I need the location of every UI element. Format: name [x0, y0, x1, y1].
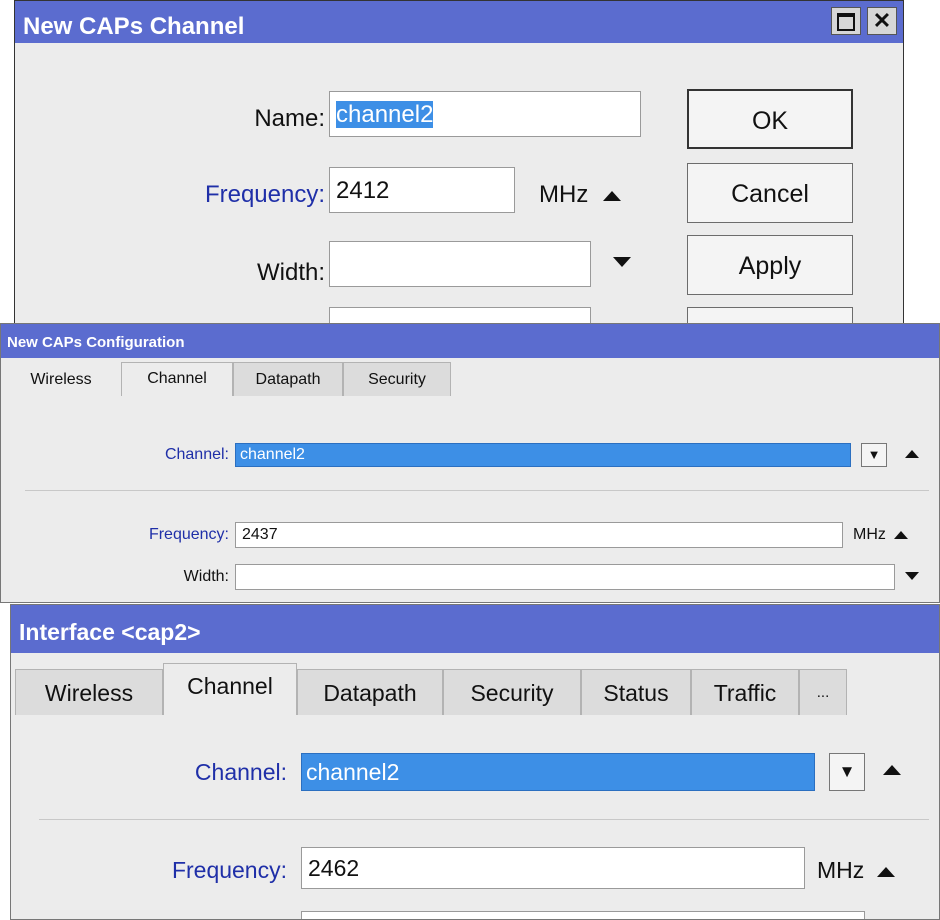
title-bar[interactable]: Interface <cap2>: [11, 605, 939, 653]
name-value: channel2: [336, 101, 434, 128]
frequency-label: Frequency:: [171, 857, 287, 883]
frequency-value: 2412: [336, 177, 390, 204]
dropdown-arrow-icon: ▼: [867, 447, 881, 462]
window-title: New CAPs Configuration: [7, 334, 185, 351]
frequency-unit: MHz: [539, 181, 621, 209]
channel-select[interactable]: channel2: [301, 753, 815, 791]
frequency-input[interactable]: 2462: [301, 847, 805, 889]
tab-channel[interactable]: Channel: [163, 663, 297, 715]
frequency-unit-label: MHz: [853, 526, 886, 543]
frequency-unit-label: MHz: [539, 181, 589, 208]
name-input[interactable]: channel2: [329, 91, 641, 137]
collapse-up-icon[interactable]: [905, 450, 919, 458]
close-icon: ✕: [872, 8, 892, 33]
tab-datapath[interactable]: Datapath: [297, 669, 443, 715]
title-bar[interactable]: New CAPs Channel ✕: [15, 1, 903, 43]
frequency-label: Frequency:: [148, 526, 229, 543]
collapse-up-icon[interactable]: [603, 190, 621, 201]
width-select-partial[interactable]: [301, 911, 865, 919]
ok-button[interactable]: OK: [687, 89, 853, 149]
divider: [39, 819, 929, 820]
tab-bar: Wireless Channel Datapath Security Statu…: [11, 663, 939, 715]
divider: [25, 490, 929, 491]
channel-dropdown-button[interactable]: ▼: [829, 753, 865, 791]
tab-security[interactable]: Security: [443, 669, 581, 715]
tab-bar: Wireless Channel Datapath Security: [1, 362, 939, 396]
apply-button[interactable]: Apply: [687, 235, 853, 295]
expand-down-icon[interactable]: [905, 572, 919, 580]
channel-label: Channel:: [194, 759, 287, 785]
frequency-unit: MHz: [853, 526, 909, 544]
maximize-button[interactable]: [831, 7, 861, 35]
expand-down-icon[interactable]: [613, 257, 631, 267]
tab-traffic[interactable]: Traffic: [691, 669, 799, 715]
tab-more[interactable]: ...: [799, 669, 847, 715]
new-caps-channel-window: New CAPs Channel ✕ Name: channel2 Freque…: [14, 0, 904, 330]
channel-select[interactable]: channel2: [235, 443, 851, 467]
tab-channel[interactable]: Channel: [121, 362, 233, 396]
title-bar[interactable]: New CAPs Configuration: [1, 324, 939, 358]
frequency-input[interactable]: 2412: [329, 167, 515, 213]
window-title: New CAPs Channel: [23, 13, 245, 40]
channel-value: channel2: [240, 446, 305, 463]
tab-datapath[interactable]: Datapath: [233, 362, 343, 396]
width-select[interactable]: [235, 564, 895, 590]
new-caps-configuration-window: New CAPs Configuration Wireless Channel …: [0, 323, 940, 603]
window-title: Interface <cap2>: [19, 619, 201, 645]
collapse-up-icon-2[interactable]: [876, 866, 895, 877]
frequency-label: Frequency:: [204, 181, 325, 208]
interface-cap2-window: Interface <cap2> Wireless Channel Datapa…: [10, 604, 940, 920]
frequency-unit: MHz: [817, 857, 895, 884]
channel-label: Channel:: [164, 446, 229, 463]
width-label: Width:: [256, 259, 325, 286]
channel-value: channel2: [306, 759, 400, 785]
tab-wireless[interactable]: Wireless: [1, 362, 121, 396]
close-button[interactable]: ✕: [867, 7, 897, 35]
width-label: Width:: [183, 568, 229, 585]
frequency-input[interactable]: 2437: [235, 522, 843, 548]
collapse-up-icon[interactable]: [883, 765, 901, 775]
name-label: Name:: [254, 105, 325, 132]
frequency-value: 2462: [308, 855, 360, 881]
collapse-up-icon-2[interactable]: [894, 530, 909, 539]
tab-security[interactable]: Security: [343, 362, 451, 396]
frequency-value: 2437: [242, 526, 278, 543]
channel-dropdown-button[interactable]: ▼: [861, 443, 887, 467]
dropdown-arrow-icon: ▼: [838, 762, 856, 781]
frequency-unit-label: MHz: [817, 857, 865, 883]
maximize-icon: [837, 13, 855, 31]
tab-wireless[interactable]: Wireless: [15, 669, 163, 715]
cancel-button[interactable]: Cancel: [687, 163, 853, 223]
tab-status[interactable]: Status: [581, 669, 691, 715]
width-select[interactable]: [329, 241, 591, 287]
